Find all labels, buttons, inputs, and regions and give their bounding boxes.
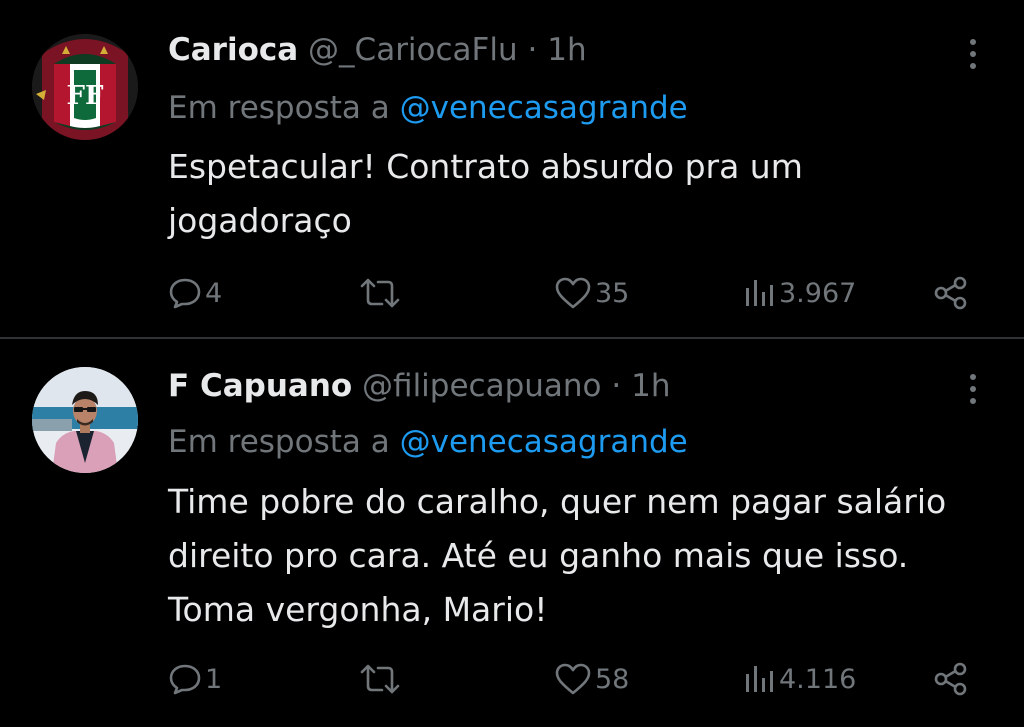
heart-outline-icon — [555, 663, 591, 695]
views-button[interactable]: 3.967 — [742, 273, 856, 313]
timestamp[interactable]: 1h — [547, 32, 586, 68]
speech-bubble-icon — [169, 278, 201, 309]
speech-bubble-icon — [169, 664, 201, 695]
fluminense-crest-avatar-image: FF — [32, 34, 138, 140]
reply-button[interactable]: 4 — [168, 273, 222, 313]
tweet-text: Espetacular! Contrato absurdo pra um jog… — [168, 147, 803, 240]
bar-chart-icon — [746, 666, 773, 692]
reply-count: 1 — [205, 663, 223, 695]
separator-dot: · — [527, 32, 538, 68]
timestamp[interactable]: 1h — [631, 368, 670, 404]
like-button[interactable]: 58 — [554, 659, 629, 699]
share-nodes-icon — [934, 662, 967, 696]
reply-context: Em resposta a @venecasagrande — [168, 88, 688, 128]
separator-dot: · — [611, 368, 622, 404]
retweet-arrows-icon — [360, 278, 400, 308]
reply-prefix: Em resposta a — [168, 424, 390, 460]
svg-text:FF: FF — [67, 81, 104, 111]
share-button[interactable] — [932, 273, 970, 313]
user-handle[interactable]: @filipecapuano — [362, 368, 601, 404]
share-nodes-icon — [934, 276, 967, 310]
views-button[interactable]: 4.116 — [742, 659, 856, 699]
tweet-text: Time pobre do caralho, quer nem pagar sa… — [168, 482, 947, 629]
display-name[interactable]: F Capuano — [168, 368, 352, 404]
view-count: 3.967 — [779, 277, 857, 309]
tweet[interactable]: F Capuano @filipecapuano · 1h Em respost… — [0, 339, 1024, 727]
reply-count: 4 — [205, 277, 223, 309]
tweet-header: Carioca @_CariocaFlu · 1h — [168, 30, 934, 70]
avatar[interactable] — [32, 367, 138, 473]
reply-button[interactable]: 1 — [168, 659, 222, 699]
reply-context: Em resposta a @venecasagrande — [168, 422, 688, 462]
user-handle[interactable]: @_CariocaFlu — [308, 32, 518, 68]
reply-prefix: Em resposta a — [168, 90, 390, 126]
vertical-ellipsis-icon[interactable] — [962, 369, 984, 409]
display-name[interactable]: Carioca — [168, 32, 298, 68]
share-button[interactable] — [932, 659, 970, 699]
reply-mention-link[interactable]: @venecasagrande — [400, 90, 688, 126]
avatar[interactable]: FF — [32, 34, 138, 140]
profile-photo-avatar-image — [32, 367, 138, 473]
heart-outline-icon — [555, 277, 591, 309]
bar-chart-icon — [746, 280, 773, 306]
tweet-actions: 1 58 4.116 — [0, 659, 1024, 699]
tweet[interactable]: FF Carioca @_CariocaFlu · 1h Em resposta… — [0, 0, 1024, 337]
tweet-actions: 4 35 3.967 — [0, 273, 1024, 313]
tweet-header: F Capuano @filipecapuano · 1h — [168, 366, 934, 406]
reply-mention-link[interactable]: @venecasagrande — [400, 424, 688, 460]
vertical-ellipsis-icon[interactable] — [962, 34, 984, 74]
retweet-button[interactable] — [358, 273, 405, 313]
retweet-arrows-icon — [360, 664, 400, 694]
retweet-button[interactable] — [358, 659, 405, 699]
view-count: 4.116 — [779, 663, 857, 695]
like-button[interactable]: 35 — [554, 273, 629, 313]
like-count: 35 — [595, 277, 630, 309]
like-count: 58 — [595, 663, 630, 695]
